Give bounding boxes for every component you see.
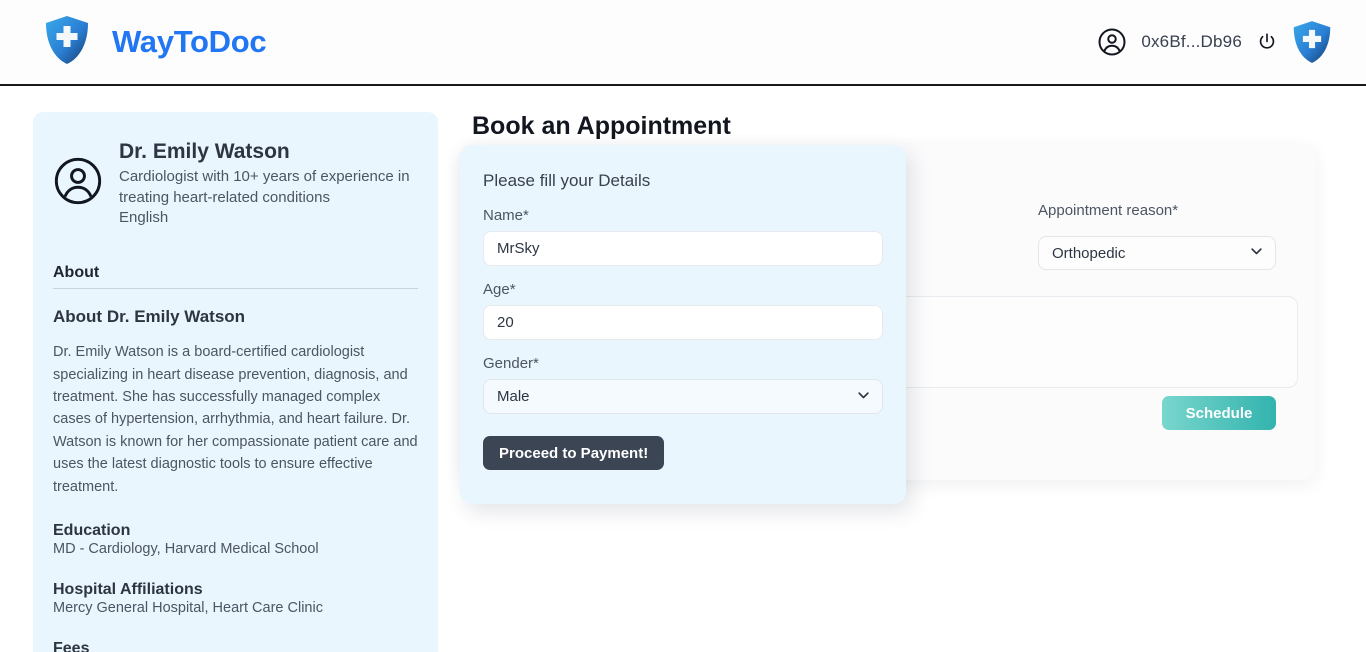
header-right-area: 0x6Bf...Db96	[1097, 20, 1332, 64]
brand-area[interactable]: WayToDoc	[44, 15, 267, 70]
education-title: Education	[53, 522, 131, 540]
app-header: WayToDoc 0x6Bf...Db96	[0, 0, 1366, 86]
brand-title: WayToDoc	[112, 24, 267, 59]
modal-title: Please fill your Details	[483, 171, 651, 190]
chevron-down-icon	[1249, 244, 1264, 263]
about-heading: About Dr. Emily Watson	[53, 307, 246, 327]
name-label: Name*	[483, 207, 529, 224]
shield-plus-icon-right[interactable]	[1292, 20, 1332, 64]
appointment-reason-label: Appointment reason*	[1038, 202, 1179, 219]
appointment-reason-value: Orthopedic	[1052, 244, 1126, 262]
gender-label: Gender*	[483, 355, 539, 372]
appointment-reason-select[interactable]: Orthopedic	[1038, 236, 1276, 270]
user-circle-icon[interactable]	[1097, 27, 1127, 57]
hospital-affiliations-title: Hospital Affiliations	[53, 581, 203, 599]
fees-section: Fees	[53, 640, 418, 652]
doctor-info: Dr. Emily Watson Cardiologist with 10+ y…	[119, 138, 418, 228]
page-body: Dr. Emily Watson Cardiologist with 10+ y…	[0, 88, 1366, 652]
doctor-language: English	[119, 208, 169, 226]
doctor-profile-card: Dr. Emily Watson Cardiologist with 10+ y…	[33, 112, 438, 652]
proceed-to-payment-button[interactable]: Proceed to Payment!	[483, 436, 665, 470]
hospital-affiliations-section: Hospital Affiliations Mercy General Hosp…	[53, 581, 418, 616]
page-title: Book an Appointment	[472, 112, 731, 140]
education-body: MD - Cardiology, Harvard Medical School	[53, 541, 319, 558]
profile-tabs: About	[53, 264, 418, 290]
appointment-reason-group: Appointment reason* Orthopedic	[1038, 202, 1276, 270]
gender-select[interactable]: Male	[483, 379, 883, 414]
wallet-address: 0x6Bf...Db96	[1141, 32, 1242, 51]
schedule-button[interactable]: Schedule	[1162, 396, 1276, 430]
age-input[interactable]	[483, 305, 883, 340]
gender-value: Male	[497, 388, 530, 405]
doctor-name: Dr. Emily Watson	[119, 140, 290, 163]
patient-details-modal: Please fill your Details Name* Age* Gend…	[460, 145, 906, 504]
avatar	[53, 156, 103, 211]
chevron-down-icon	[856, 387, 871, 406]
education-section: Education MD - Cardiology, Harvard Medic…	[53, 522, 418, 557]
tab-about[interactable]: About	[53, 264, 99, 288]
name-input[interactable]	[483, 231, 883, 266]
doctor-header: Dr. Emily Watson Cardiologist with 10+ y…	[53, 138, 418, 228]
shield-plus-icon	[44, 15, 90, 70]
hospital-affiliations-body: Mercy General Hospital, Heart Care Clini…	[53, 600, 323, 617]
about-text: Dr. Emily Watson is a board-certified ca…	[53, 344, 418, 495]
about-section: About Dr. Emily Watson Dr. Emily Watson …	[53, 307, 418, 498]
doctor-description: Cardiologist with 10+ years of experienc…	[119, 168, 410, 206]
power-icon[interactable]	[1256, 31, 1278, 53]
fees-title: Fees	[53, 640, 90, 652]
age-label: Age*	[483, 281, 516, 298]
tab-divider	[53, 288, 418, 290]
